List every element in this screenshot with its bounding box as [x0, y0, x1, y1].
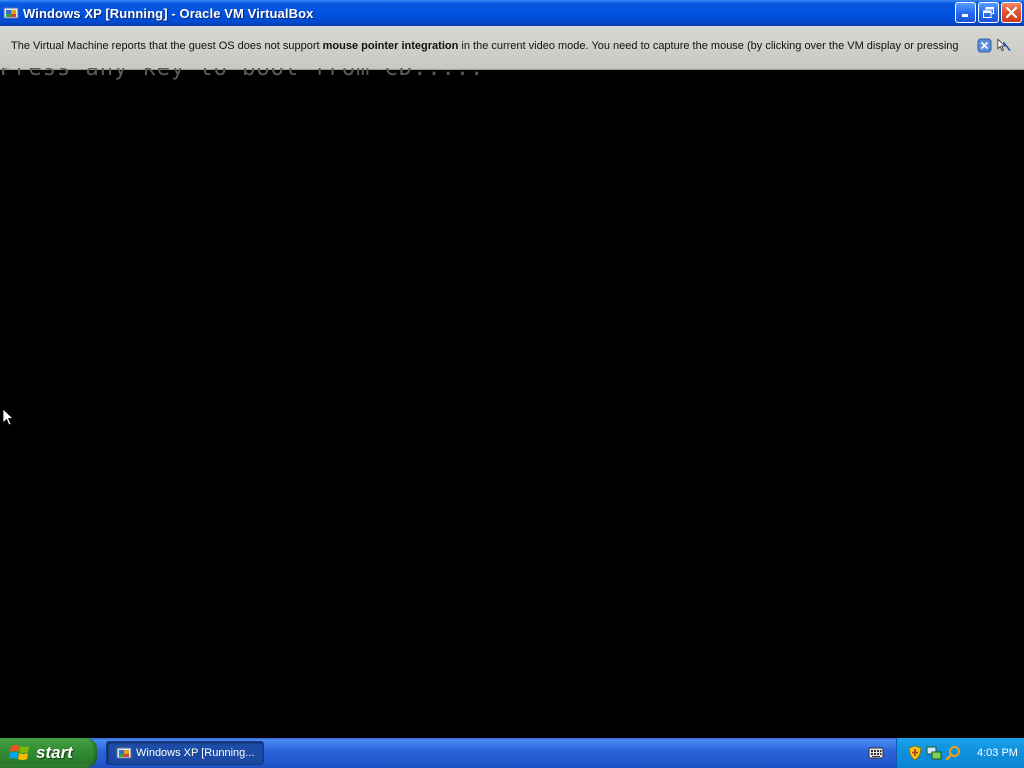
- taskbar: start Windows XP [Running... 4:03 PM: [0, 738, 1024, 768]
- network-icon[interactable]: [926, 745, 942, 761]
- notice-text-bold: mouse pointer integration: [322, 40, 459, 52]
- security-shield-icon[interactable]: [907, 745, 923, 761]
- taskbar-item-virtualbox[interactable]: Windows XP [Running...: [106, 741, 264, 765]
- minimize-button[interactable]: [955, 2, 976, 23]
- close-icon: [1005, 6, 1018, 19]
- keyboard-icon[interactable]: [868, 746, 884, 760]
- taskbar-item-label: Windows XP [Running...: [136, 747, 255, 759]
- screen: Windows XP [Running] - Oracle VM Virtual…: [0, 0, 1024, 768]
- mouse-integration-icon: [997, 38, 1011, 52]
- search-icon[interactable]: [945, 745, 961, 761]
- close-message-button[interactable]: [977, 38, 992, 53]
- close-button[interactable]: [1001, 2, 1022, 23]
- minimize-icon: [962, 14, 968, 17]
- start-label: start: [36, 743, 73, 762]
- mouse-integration-notice: The Virtual Machine reports that the gue…: [0, 26, 1024, 70]
- mouse-integration-toggle[interactable]: [996, 38, 1011, 53]
- window-controls: [955, 2, 1022, 23]
- notice-text-after: in the current video mode. You need to c…: [458, 40, 959, 52]
- virtualbox-icon: [3, 5, 19, 21]
- window-title: Windows XP [Running] - Oracle VM Virtual…: [23, 5, 314, 21]
- virtualbox-icon: [116, 747, 132, 759]
- restore-button[interactable]: [978, 2, 999, 23]
- windows-logo-icon: [9, 745, 29, 760]
- system-tray: 4:03 PM: [896, 738, 1024, 768]
- window-titlebar[interactable]: Windows XP [Running] - Oracle VM Virtual…: [0, 0, 1024, 26]
- taskbar-clock[interactable]: 4:03 PM: [977, 747, 1018, 759]
- vm-display[interactable]: [0, 70, 1024, 738]
- restore-icon: [983, 7, 994, 18]
- mouse-cursor-icon: [2, 408, 14, 426]
- close-message-icon: [977, 38, 992, 53]
- notice-text-before: The Virtual Machine reports that the gue…: [11, 40, 323, 52]
- notice-message: The Virtual Machine reports that the gue…: [11, 40, 959, 52]
- notice-actions: [977, 38, 1011, 53]
- start-button[interactable]: start: [0, 738, 97, 768]
